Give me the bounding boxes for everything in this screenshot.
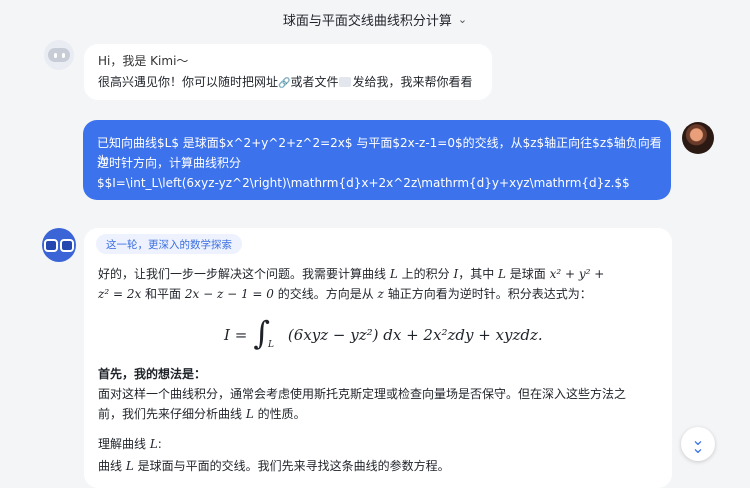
link-icon: 🔗	[278, 78, 291, 89]
paragraph-curve: 曲线 L 是球面与平面的交线。我们先来寻找这条曲线的参数方程。	[98, 459, 450, 473]
user-avatar	[682, 122, 714, 154]
answer-intro: 好的，让我们一步一步解决这个问题。我需要计算曲线 L 上的积分 I，其中 L 是…	[98, 267, 605, 301]
kimi-avatar	[44, 40, 74, 70]
greeting-bubble: Hi，我是 Kimi～ 很高兴遇见你！你可以随时把网址🔗或者文件 发给我，我来帮你…	[84, 44, 492, 100]
user-message-bubble: 已知向曲线$L$ 是球面$x^2+y^2+z^2=2x$ 与平面$2x-z-1=…	[83, 120, 671, 200]
heading-first-thoughts: 首先，我的想法是：	[98, 367, 207, 381]
integral-formula: I = ∫ L (6xyz − yz²) dx + 2x²zdy + xyzdz…	[224, 314, 543, 352]
kimi-avatar-glasses	[42, 228, 76, 262]
double-chevron-down-icon: ⌄ ⌄	[691, 430, 705, 457]
mode-tag: 这一轮，更深入的数学探索	[96, 234, 242, 254]
conversation-title-bar[interactable]: 球面与平面交线曲线积分计算 ⌄	[0, 0, 750, 38]
paragraph-first-thoughts: 面对这样一个曲线积分，通常会考虑使用斯托克斯定理或检查向量场是否保守。但在深入这…	[98, 387, 627, 421]
greeting-line2: 很高兴遇见你！你可以随时把网址🔗或者文件 发给我，我来帮你看看	[98, 75, 473, 89]
assistant-answer-bubble: 这一轮，更深入的数学探索 好的，让我们一步一步解决这个问题。我需要计算曲线 L …	[84, 228, 672, 488]
chevron-down-icon[interactable]: ⌄	[458, 13, 467, 26]
scroll-to-bottom-button[interactable]: ⌄ ⌄	[681, 427, 715, 461]
heading-understand-curve: 理解曲线 L:	[98, 437, 162, 451]
user-message-line3: $$I=\int_L\left(6xyz-yz^2\right)\mathrm{…	[97, 176, 630, 190]
user-message-line2: 逆时针方向，计算曲线积分	[97, 156, 242, 170]
file-icon	[339, 77, 352, 87]
greeting-line1: Hi，我是 Kimi～	[98, 54, 189, 68]
conversation-title[interactable]: 球面与平面交线曲线积分计算	[283, 10, 452, 29]
